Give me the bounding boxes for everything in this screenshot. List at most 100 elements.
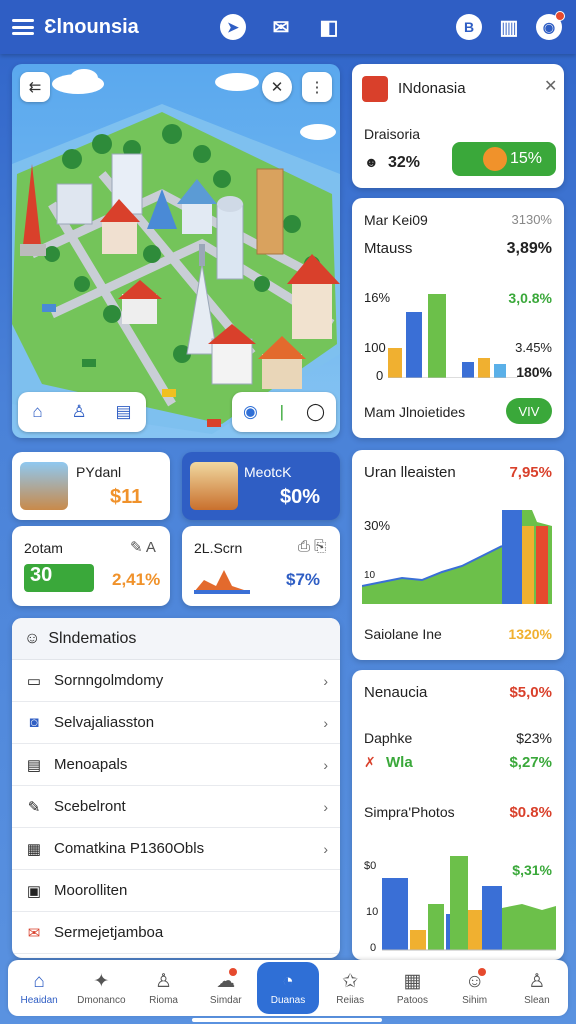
edit-icon: ✎ — [27, 798, 41, 816]
bar — [468, 910, 482, 950]
trend-title-value: 7,95% — [509, 464, 552, 481]
profile-icon[interactable]: B — [456, 14, 482, 40]
nav-item-simdar[interactable]: ☁ Simdar — [195, 960, 257, 1016]
row3-label: Simpra'Photos — [364, 804, 455, 820]
tile-2otam[interactable]: 2otam ✎ A 30 2,41% — [12, 526, 170, 606]
area-chart — [362, 510, 552, 604]
nav-item-rioma[interactable]: ♙ Rioma — [132, 960, 194, 1016]
close-icon[interactable]: ✕ — [544, 76, 557, 96]
nav-item-reiias[interactable]: ✩ Reiias — [319, 960, 381, 1016]
city-map[interactable]: ⇇ ✕ ⋮ ⌂ ♙ ▤ ◉ | ◯ — [12, 64, 340, 438]
map-toolbar-right: ◉ | ◯ — [232, 392, 336, 432]
chart-y-top: $0 — [364, 860, 377, 872]
list-item[interactable]: ▦ Comatkina P1360Obls › — [12, 828, 340, 870]
list-item[interactable]: ✎ Scebelront › — [12, 786, 340, 828]
chart-y-zero: 0 — [370, 942, 377, 954]
bar — [450, 856, 468, 950]
location-icon[interactable]: ➤ — [220, 14, 246, 40]
top-app-bar: Ɛlnounsia ➤ ✉ ◧ B ▥ ◉ — [0, 0, 576, 54]
nav-item-duanas[interactable]: ◔ Duanas — [256, 962, 320, 1014]
tile-meotck[interactable]: MeotcK $0% — [182, 452, 340, 520]
map-toolbar-left: ⌂ ♙ ▤ — [18, 392, 146, 432]
refresh-icon[interactable]: ◯ — [306, 402, 325, 422]
list-item-label: Moorolliten — [54, 882, 128, 899]
bookmark-icon[interactable]: ⎙ ⎘ — [298, 538, 326, 555]
tile-pydanl[interactable]: PYdanl $11 — [12, 452, 170, 520]
row1-value: $23% — [516, 730, 552, 746]
bar — [410, 930, 426, 950]
nav-item-dmonanco[interactable]: ✦ Dmonanco — [70, 960, 132, 1016]
edit-icon[interactable]: ✎ A — [130, 538, 156, 556]
tile-value: 2,41% — [112, 570, 161, 589]
list-item[interactable]: ✉ Sermejetjamboa — [12, 912, 340, 954]
list-item-label: Comatkina P1360Obls — [54, 840, 205, 857]
tile-title: 2otam — [24, 540, 63, 556]
home-icon[interactable]: ⌂ — [32, 402, 42, 422]
list-item[interactable]: ▭ Sornngolmdomy › — [12, 660, 340, 702]
calendar-icon: ▦ — [403, 971, 422, 992]
gallery-icon: ▣ — [26, 882, 42, 900]
row2-value: $,27% — [509, 754, 552, 771]
stats-card: Mar Kei09 3130% Mtauss 3,89% 16% 100 0 3… — [352, 198, 564, 438]
building-icon: ▦ — [26, 840, 42, 858]
card-title: INdonasia — [398, 80, 466, 97]
layers-icon[interactable]: ◧ — [316, 14, 342, 40]
progress-knob[interactable] — [482, 147, 507, 171]
list-item[interactable]: ▤ Menoapals › — [12, 744, 340, 786]
right-mid-value: 3.45% — [515, 340, 552, 355]
close-button[interactable]: ✕ — [262, 72, 292, 102]
person-icon: ♙ — [155, 971, 173, 992]
nenaucia-title-value: $5,0% — [509, 684, 552, 701]
bar-chart — [382, 856, 556, 951]
bar — [406, 312, 422, 378]
back-button[interactable]: ⇇ — [20, 72, 50, 102]
mail-icon: ✉ — [27, 924, 41, 942]
tile-value: $0% — [280, 486, 321, 508]
notification-icon[interactable]: ◉ — [536, 11, 565, 40]
tile-badge: 30 — [24, 564, 94, 592]
person-icon[interactable]: ♙ — [71, 402, 86, 422]
label: Draisoria — [364, 126, 421, 142]
bar — [462, 362, 474, 378]
cloud-icon — [215, 73, 259, 91]
tile-2lscrn[interactable]: 2L.Scrn ⎙ ⎘ $7% — [182, 526, 340, 606]
record-icon[interactable]: ◉ — [243, 402, 258, 422]
more-button[interactable]: ⋮ — [302, 72, 332, 102]
percent-value: 32% — [388, 154, 421, 171]
bar — [428, 904, 444, 950]
nav-item-home[interactable]: ⌂ Heaidan — [8, 960, 70, 1016]
user-icon: ♙ — [528, 971, 546, 992]
indonesia-card[interactable]: INdonasia ✕ Draisoria ☻ 32% 15% — [352, 64, 564, 188]
book-icon[interactable]: ▤ — [116, 402, 132, 422]
divider-icon: | — [279, 402, 285, 421]
chevron-right-icon: › — [323, 714, 328, 731]
list-item-label: Menoapals — [54, 756, 128, 773]
flag-icon — [362, 76, 388, 102]
list-item-label: Sornngolmdomy — [54, 672, 164, 689]
y-axis-mid: 100 — [364, 340, 386, 355]
tile-title: PYdanl — [76, 464, 122, 480]
footer-badge[interactable]: VIV — [506, 398, 552, 424]
bar — [382, 878, 408, 950]
nav-item-patoos[interactable]: ▦ Patoos — [381, 960, 443, 1016]
bar — [428, 294, 446, 378]
y-axis-top: 16% — [364, 290, 391, 305]
list-header-label: Slndematios — [48, 629, 137, 647]
nav-item-slean[interactable]: ♙ Slean — [506, 960, 568, 1016]
tile-value: $7% — [286, 570, 321, 589]
camera-icon: ◙ — [29, 714, 39, 731]
list-item[interactable]: ▣ Moorolliten — [12, 870, 340, 912]
trend-footer-label: Saiolane Ine — [364, 626, 442, 642]
list-item[interactable]: ◙ Selvajaliasston › — [12, 702, 340, 744]
progress-label: 15% — [510, 150, 543, 167]
chat-icon[interactable]: ✉ — [268, 14, 294, 40]
chevron-right-icon: › — [323, 756, 328, 773]
nav-item-sihim[interactable]: ☺ Sihim — [444, 960, 506, 1016]
library-icon[interactable]: ▥ — [496, 14, 522, 40]
nenaucia-title: Nenaucia — [364, 684, 428, 701]
list-item-label: Selvajaliasston — [54, 714, 155, 731]
menu-icon[interactable] — [12, 19, 34, 35]
metric-label: Mtauss — [364, 240, 413, 257]
document-icon: ▭ — [26, 672, 42, 690]
chevron-right-icon: › — [323, 840, 328, 857]
